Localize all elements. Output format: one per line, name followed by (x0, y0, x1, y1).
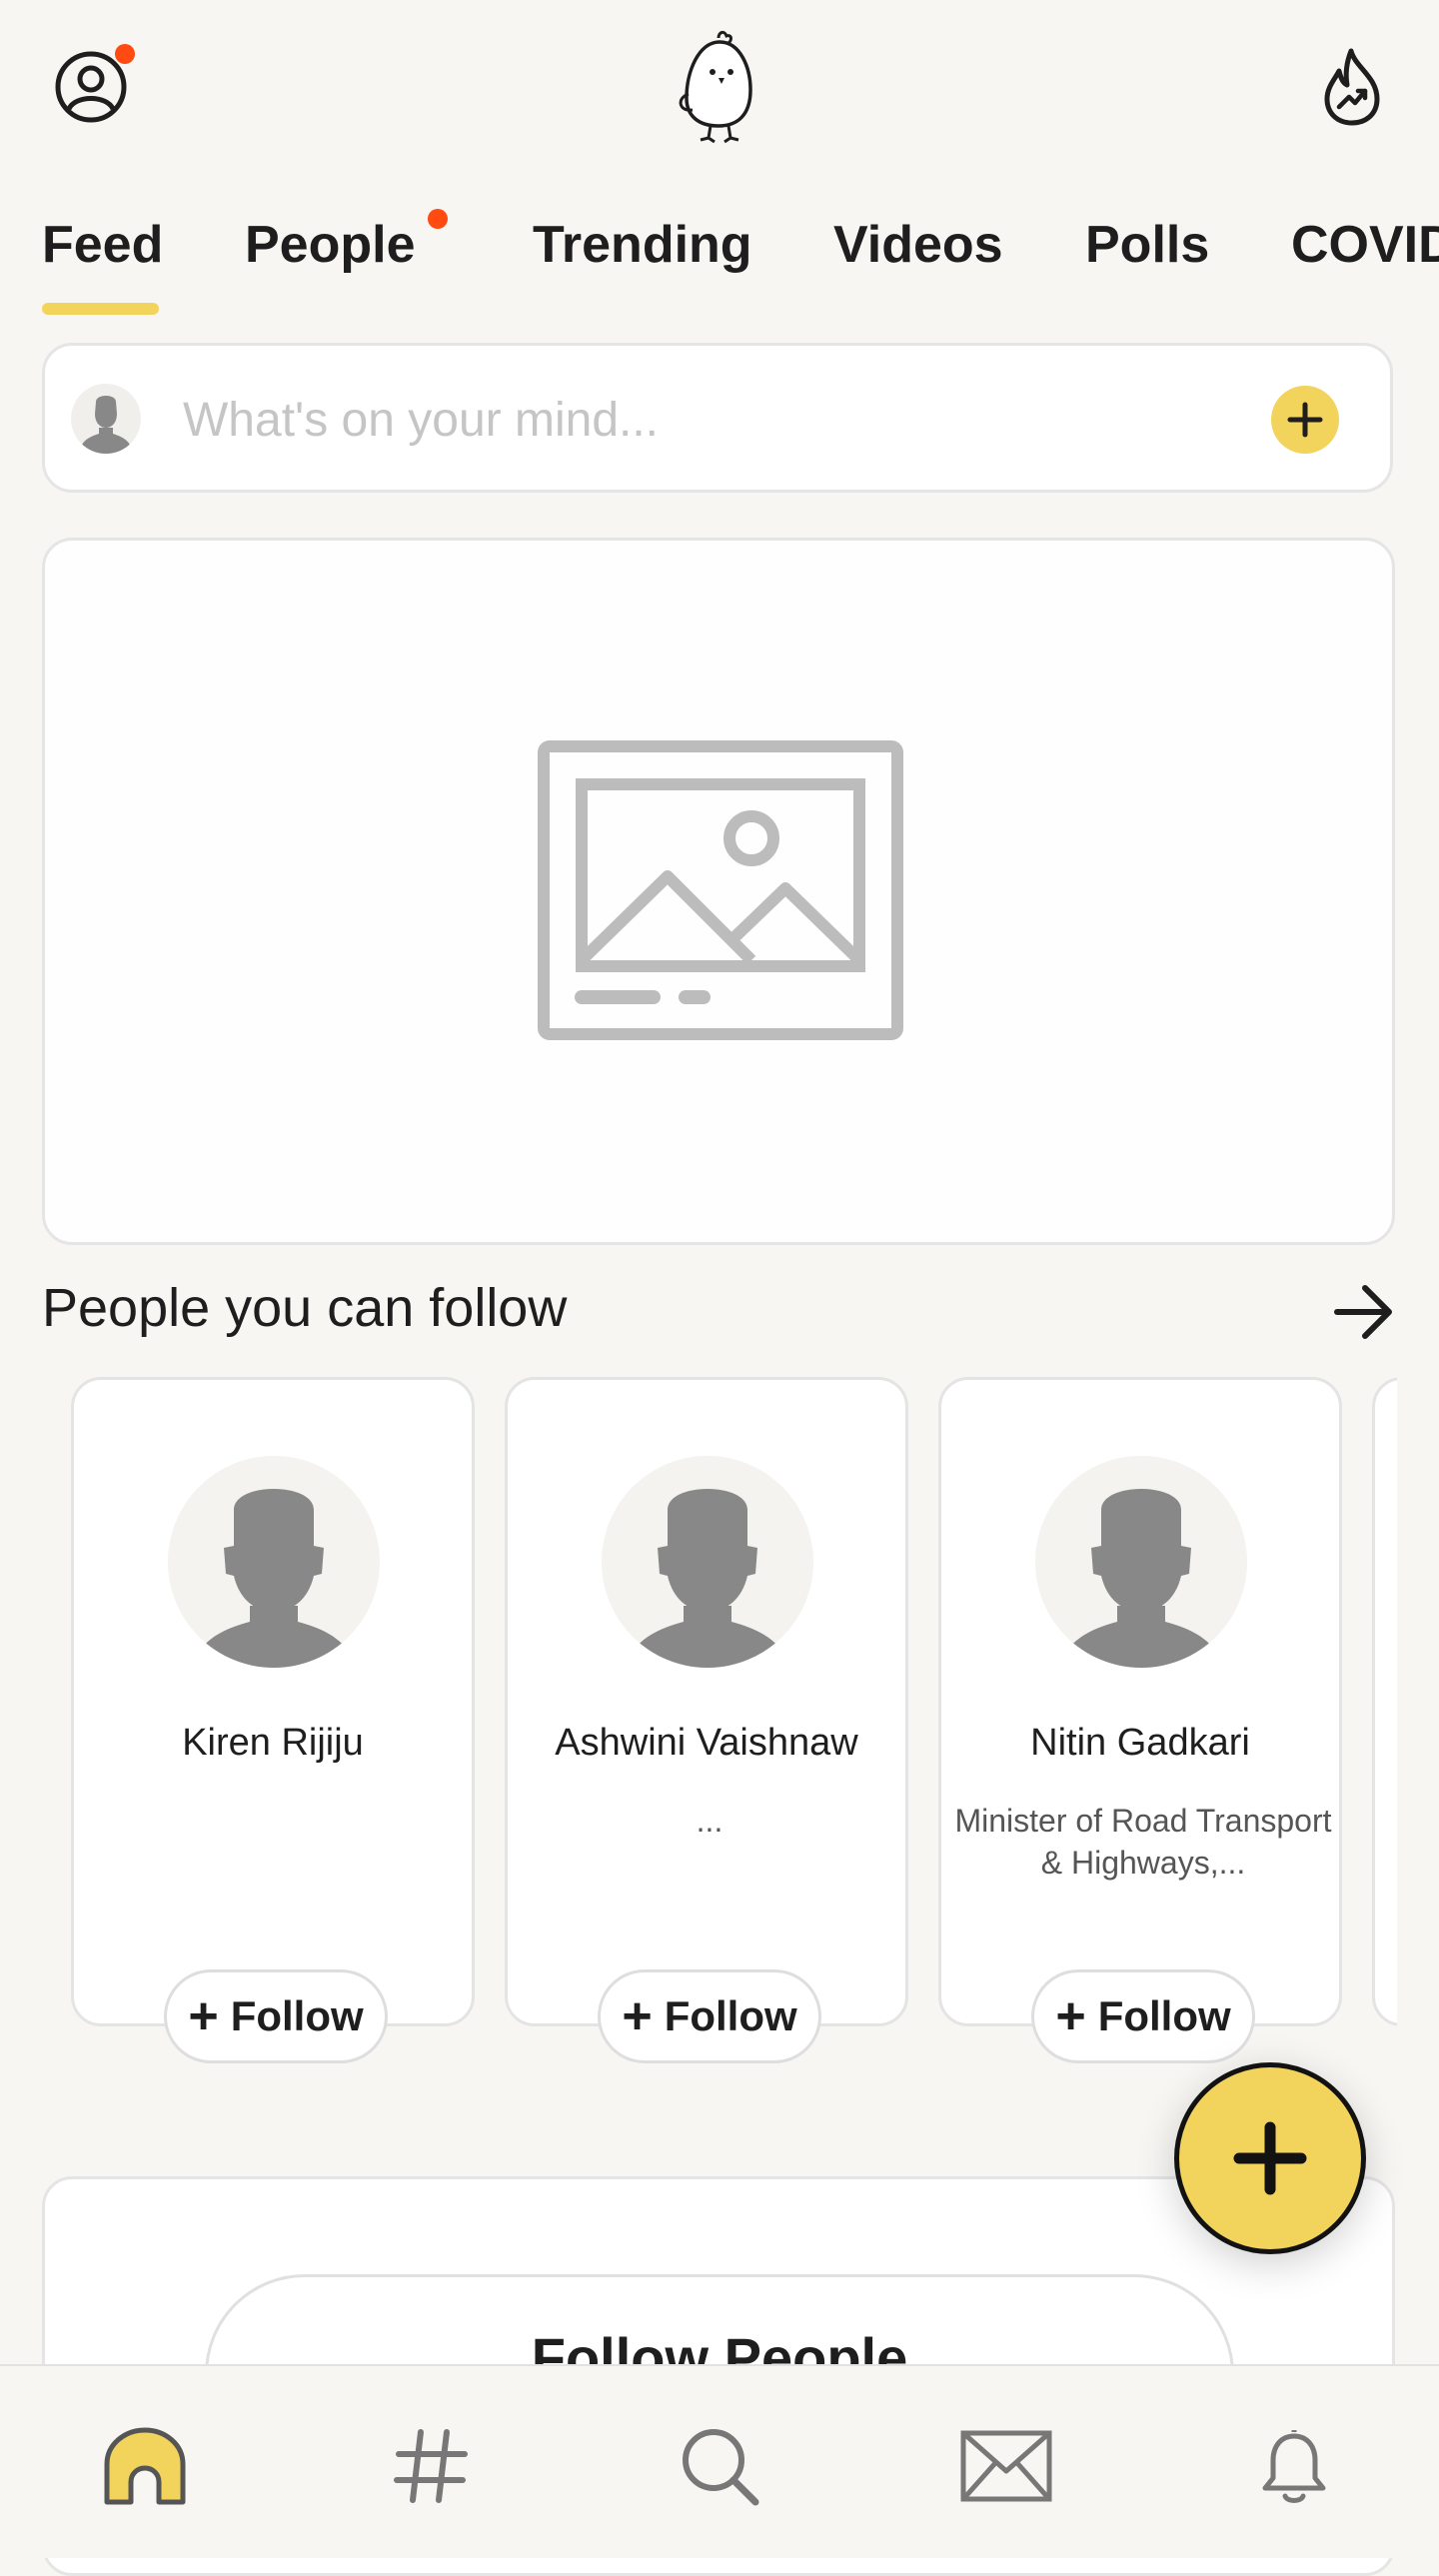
follow-label: Follow (664, 1992, 797, 2039)
bird-logo-icon (679, 30, 752, 144)
person-card[interactable]: Kiren Rijiju + Follow (71, 1377, 475, 2063)
composer-input[interactable] (183, 390, 1182, 450)
person-name: Ashwini Vaishnaw (555, 1722, 858, 1764)
avatar (602, 1456, 813, 1668)
plus-icon: + (622, 1987, 653, 2045)
media-card[interactable] (42, 538, 1395, 1245)
arrow-right-icon (1334, 1285, 1392, 1339)
post-composer[interactable] (42, 343, 1393, 493)
plus-icon (1287, 402, 1323, 438)
person-name: Kiren Rijiju (182, 1722, 364, 1764)
create-post-fab[interactable] (1174, 2062, 1366, 2254)
follow-label: Follow (230, 1992, 364, 2039)
hashtag-icon (394, 2429, 468, 2503)
person-card[interactable]: Nitin Gadkari Minister of Road Transport… (938, 1377, 1342, 2063)
avatar-silhouette-icon (190, 1489, 358, 1668)
bell-icon (1262, 2430, 1326, 2503)
tab-feed[interactable]: Feed (42, 215, 163, 275)
mail-icon (960, 2430, 1052, 2502)
tab-polls[interactable]: Polls (1085, 215, 1209, 275)
plus-icon: + (1055, 1987, 1086, 2045)
people-carousel[interactable]: Kiren Rijiju + Follow Ashwini Vaishnaw ..… (0, 1377, 1397, 2076)
people-notification-dot (428, 209, 448, 229)
composer-add-button[interactable] (1271, 386, 1339, 454)
nav-messages[interactable] (956, 2416, 1056, 2516)
trending-button[interactable] (1309, 44, 1395, 130)
feed-tabs: Feed People Trending Videos Polls COVID (0, 200, 1439, 320)
avatar-silhouette-icon (624, 1489, 791, 1668)
see-all-button[interactable] (1333, 1284, 1395, 1340)
nav-home[interactable] (95, 2416, 195, 2516)
person-name: Nitin Gadkari (1030, 1722, 1250, 1764)
flame-trending-icon (1324, 48, 1380, 126)
tab-covid[interactable]: COVID (1291, 215, 1439, 275)
tab-trending[interactable]: Trending (533, 215, 752, 275)
person-card-partial[interactable] (1372, 1377, 1397, 2026)
follow-button[interactable]: + Follow (164, 1969, 388, 2063)
active-tab-indicator (42, 303, 159, 315)
profile-button[interactable] (48, 44, 135, 130)
user-avatar (71, 384, 141, 454)
avatar (168, 1456, 380, 1668)
top-bar (0, 0, 1439, 180)
person-bio: Minister of Road Transport & Highways,..… (954, 1803, 1332, 1881)
person-card[interactable]: Ashwini Vaishnaw ... + Follow (505, 1377, 908, 2063)
plus-icon (1233, 2121, 1307, 2195)
search-icon (683, 2429, 759, 2506)
avatar-silhouette-icon (1057, 1489, 1225, 1668)
koo-logo (675, 28, 764, 146)
follow-button[interactable]: + Follow (598, 1969, 821, 2063)
avatar-silhouette-icon (79, 396, 133, 454)
home-icon (104, 2427, 186, 2505)
section-title: People you can follow (42, 1278, 568, 1338)
nav-search[interactable] (670, 2416, 769, 2516)
avatar (1035, 1456, 1247, 1668)
image-placeholder-icon (538, 740, 903, 1040)
person-bio: ... (696, 1803, 723, 1839)
follow-label: Follow (1097, 1992, 1231, 2039)
tab-videos[interactable]: Videos (833, 215, 1003, 275)
notification-dot (115, 44, 135, 64)
tab-people[interactable]: People (245, 215, 416, 275)
nav-hashtag[interactable] (381, 2416, 481, 2516)
plus-icon: + (188, 1987, 219, 2045)
nav-notifications[interactable] (1244, 2416, 1344, 2516)
follow-button[interactable]: + Follow (1031, 1969, 1255, 2063)
bottom-navigation (0, 2364, 1439, 2558)
